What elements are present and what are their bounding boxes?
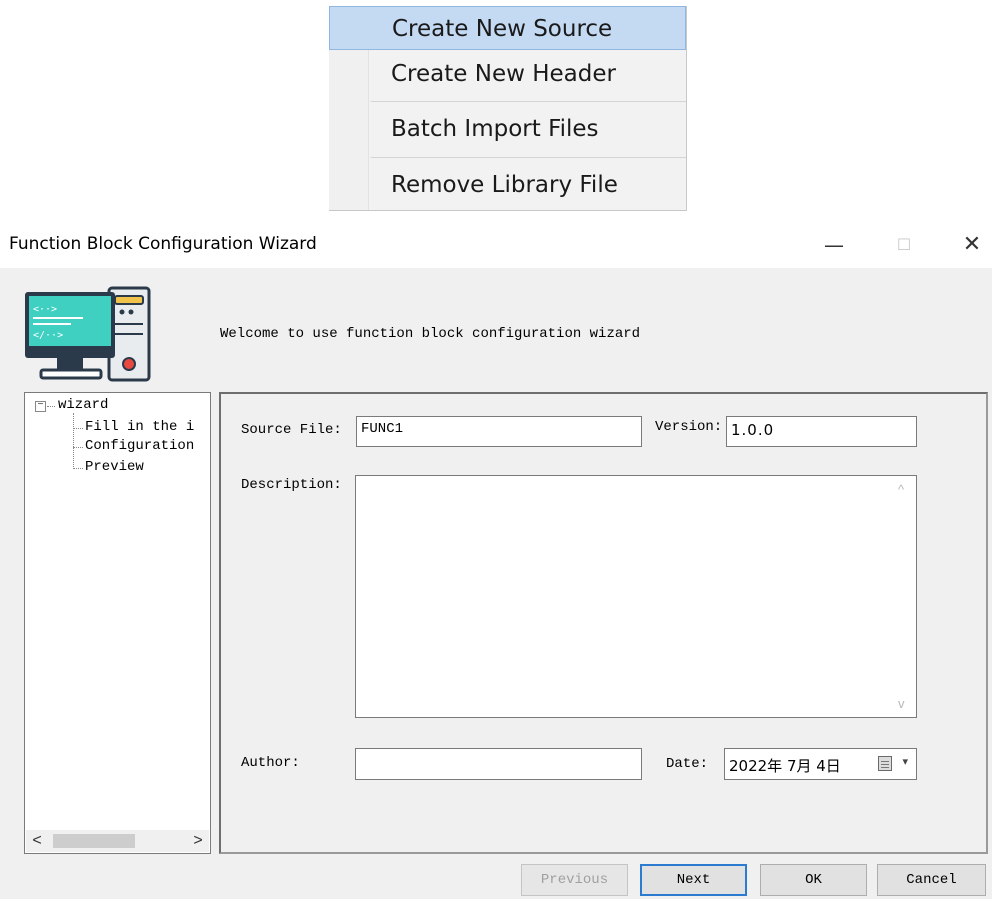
description-label: Description: bbox=[241, 477, 342, 493]
description-textarea[interactable]: ^ v bbox=[355, 475, 917, 718]
scroll-left-icon[interactable]: < bbox=[26, 830, 48, 852]
tree-item-wizard[interactable]: wizard bbox=[58, 397, 108, 413]
svg-text:<··>: <··> bbox=[33, 304, 57, 315]
source-file-input[interactable]: FUNC1 bbox=[356, 416, 642, 447]
scroll-down-icon[interactable]: v bbox=[898, 696, 910, 711]
tree-item-preview[interactable]: Preview bbox=[85, 459, 144, 475]
chevron-down-icon[interactable]: ▾ bbox=[902, 755, 908, 768]
source-file-label: Source File: bbox=[241, 422, 342, 438]
version-label: Version: bbox=[655, 419, 723, 435]
tree-connector bbox=[73, 468, 83, 469]
svg-text:</··>: </··> bbox=[33, 330, 63, 341]
tree-connector bbox=[47, 406, 55, 407]
minimize-button[interactable]: — bbox=[812, 228, 856, 262]
tree-connector bbox=[73, 447, 83, 448]
scroll-up-icon[interactable]: ^ bbox=[898, 482, 910, 497]
author-input[interactable] bbox=[355, 748, 642, 780]
tree-item-configuration[interactable]: Configuration bbox=[85, 438, 194, 454]
welcome-text: Welcome to use function block configurat… bbox=[220, 326, 641, 342]
date-picker[interactable]: 2022年 7月 4日 ▾ bbox=[724, 748, 917, 780]
next-button[interactable]: Next bbox=[640, 864, 747, 896]
context-menu: Create New Source Create New Header Batc… bbox=[329, 6, 687, 211]
menu-item-remove-library-file[interactable]: Remove Library File bbox=[371, 163, 686, 207]
menu-item-batch-import-files[interactable]: Batch Import Files bbox=[371, 107, 686, 151]
cancel-button[interactable]: Cancel bbox=[877, 864, 986, 896]
maximize-button[interactable]: ☐ bbox=[882, 228, 926, 262]
ok-button[interactable]: OK bbox=[760, 864, 867, 896]
calendar-icon[interactable] bbox=[878, 756, 892, 771]
title-bar: Function Block Configuration Wizard — ☐ … bbox=[0, 222, 992, 268]
tree-connector bbox=[73, 428, 83, 429]
menu-item-create-new-header[interactable]: Create New Header bbox=[371, 52, 686, 96]
computer-tower-icon: <··> </··> bbox=[25, 286, 151, 382]
window-title: Function Block Configuration Wizard bbox=[9, 234, 317, 254]
scroll-right-icon[interactable]: > bbox=[187, 830, 209, 852]
tree-horizontal-scrollbar[interactable]: < > bbox=[26, 830, 209, 852]
tree-connector bbox=[73, 413, 74, 469]
collapse-icon[interactable]: − bbox=[35, 401, 46, 412]
tree-item-fill-in[interactable]: Fill in the i bbox=[85, 419, 194, 435]
menu-separator bbox=[371, 101, 686, 102]
menu-item-create-new-source[interactable]: Create New Source bbox=[329, 6, 686, 50]
close-button[interactable]: ✕ bbox=[950, 228, 992, 262]
previous-button[interactable]: Previous bbox=[521, 864, 628, 896]
scroll-thumb[interactable] bbox=[53, 834, 135, 848]
date-label: Date: bbox=[666, 756, 709, 772]
date-value: 2022年 7月 4日 bbox=[729, 757, 841, 775]
version-input[interactable]: 1.0.0 bbox=[726, 416, 917, 447]
menu-separator bbox=[371, 157, 686, 158]
wizard-tree[interactable]: − wizard Fill in the i Configuration Pre… bbox=[24, 392, 211, 854]
author-label: Author: bbox=[241, 755, 300, 771]
